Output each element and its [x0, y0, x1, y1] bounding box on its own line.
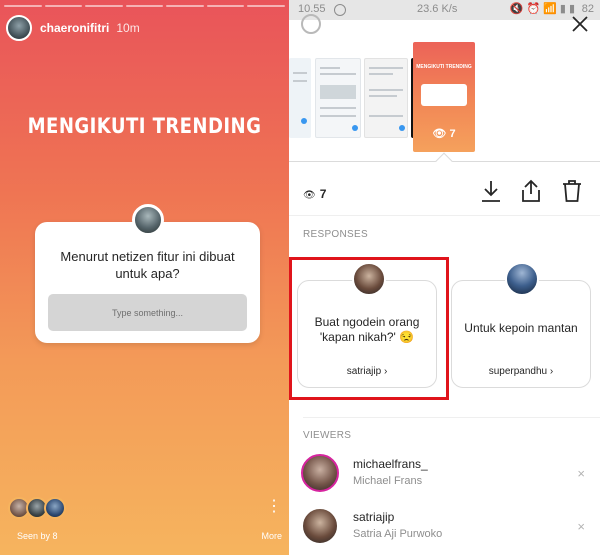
more-label[interactable]: More: [261, 531, 282, 541]
story-author-avatar[interactable]: [6, 15, 32, 41]
eye-icon: 👁: [303, 190, 316, 201]
share-icon[interactable]: [518, 178, 544, 204]
active-thumbnail-sticker: [421, 84, 467, 106]
status-data-rate: 23.6 K/s: [417, 3, 458, 15]
download-icon[interactable]: [478, 178, 504, 204]
status-notification-icon: [334, 4, 346, 16]
story-insights-panel: 10.55 23.6 K/s 🔇⏰📶▮▮ 82 MENGIKUTI TRENDI…: [289, 0, 600, 555]
viewer-full-name: Michael Frans: [353, 475, 423, 487]
response-text: Untuk kepoin mantan: [464, 321, 578, 335]
thumbnail-view-count: 👁 7: [432, 128, 456, 140]
story-progress-bar: [4, 5, 286, 7]
story-title-text: MENGIKUTI TRENDING: [27, 114, 262, 138]
insights-action-bar: 👁 7: [289, 176, 600, 210]
response-username[interactable]: satriajip ›: [298, 366, 436, 377]
more-vertical-icon[interactable]: ⋮: [266, 499, 282, 515]
story-author-username[interactable]: chaeronifitri: [40, 21, 109, 35]
divider: [303, 417, 600, 418]
settings-icon[interactable]: [301, 14, 321, 34]
question-text: Menurut netizen fitur ini dibuat untuk a…: [60, 249, 235, 281]
close-icon[interactable]: [570, 14, 590, 34]
status-signal-icons: 🔇⏰📶▮▮: [509, 3, 578, 15]
story-thumbnail-strip: 👁 65 MENGIKUTI TRENDING 👁 7: [289, 42, 600, 162]
story-thumbnail[interactable]: [289, 58, 311, 138]
response-username[interactable]: superpandhu ›: [452, 366, 590, 377]
viewer-username[interactable]: michaelfrans_: [353, 457, 428, 471]
trash-icon[interactable]: [559, 178, 585, 204]
question-answer-input[interactable]: Type something...: [48, 294, 247, 331]
story-viewer[interactable]: chaeronifitri 10m MENGIKUTI TRENDING Men…: [0, 0, 289, 555]
remove-viewer-icon[interactable]: ×: [577, 466, 585, 481]
response-card[interactable]: Untuk kepoin mantan superpandhu ›: [451, 280, 591, 388]
views-count[interactable]: 👁 7: [303, 187, 326, 201]
story-thumbnail[interactable]: [364, 58, 408, 138]
chevron-right-icon: ›: [549, 366, 554, 377]
viewer-row[interactable]: satriajip Satria Aji Purwoko ×: [301, 507, 591, 547]
seen-by-label[interactable]: Seen by 8: [17, 531, 58, 541]
active-thumbnail-title: MENGIKUTI TRENDING: [416, 64, 472, 70]
remove-viewer-icon[interactable]: ×: [577, 519, 585, 534]
response-text: Buat ngodein orang 'kapan nikah?' 😒: [314, 315, 420, 344]
response-avatar[interactable]: [352, 262, 386, 296]
viewers-header: VIEWERS: [303, 430, 352, 441]
question-sticker[interactable]: Menurut netizen fitur ini dibuat untuk a…: [35, 204, 260, 343]
story-header: chaeronifitri 10m: [6, 15, 140, 41]
response-card[interactable]: Buat ngodein orang 'kapan nikah?' 😒 satr…: [297, 280, 437, 388]
seen-avatar: [44, 497, 66, 519]
seen-by-avatars[interactable]: [8, 497, 66, 519]
viewer-avatar[interactable]: [301, 507, 339, 545]
question-sticker-avatar: [132, 204, 164, 236]
story-time: 10m: [116, 21, 140, 35]
chevron-right-icon: ›: [383, 366, 388, 377]
viewer-row[interactable]: michaelfrans_ Michael Frans ×: [301, 454, 591, 494]
viewer-full-name: Satria Aji Purwoko: [353, 528, 443, 540]
screenshot-root: chaeronifitri 10m MENGIKUTI TRENDING Men…: [0, 0, 600, 555]
viewer-avatar[interactable]: [301, 454, 339, 492]
viewer-username[interactable]: satriajip: [353, 510, 394, 524]
responses-header: RESPONSES: [303, 229, 368, 240]
response-avatar[interactable]: [505, 262, 539, 296]
divider: [289, 215, 600, 216]
story-thumbnail-active[interactable]: MENGIKUTI TRENDING 👁 7: [413, 42, 475, 152]
status-bar: 10.55 23.6 K/s 🔇⏰📶▮▮ 82: [289, 0, 600, 20]
story-thumbnail[interactable]: [315, 58, 361, 138]
